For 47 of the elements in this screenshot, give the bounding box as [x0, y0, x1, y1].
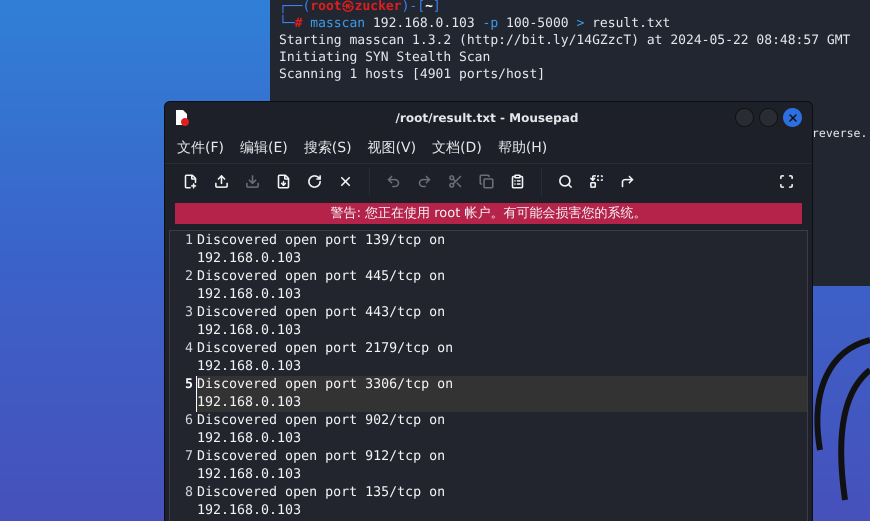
reload-icon — [307, 174, 322, 189]
document-icon — [175, 110, 189, 126]
text-line: Discovered open port 443/tcp on 192.168.0.103 — [196, 304, 446, 340]
menu-item[interactable]: 文档(D) — [424, 138, 490, 158]
line-number: 6 — [184, 412, 194, 430]
undo-icon — [386, 174, 401, 189]
menu-item[interactable]: 搜索(S) — [296, 138, 360, 158]
line-number: 8 — [184, 484, 194, 502]
line-number: 4 — [184, 340, 194, 358]
warning-banner: 警告: 您正在使用 root 帐户。有可能会损害您的系统。 — [175, 203, 802, 224]
terminal-line: Initiating SYN Stealth Scan — [279, 49, 492, 66]
window-title: /root/result.txt - Mousepad — [394, 110, 580, 126]
text-editor[interactable] — [169, 230, 808, 521]
replace-icon — [589, 174, 604, 189]
text-line: Discovered open port 445/tcp on 192.168.0.103 — [196, 268, 446, 304]
line-number: 5 — [184, 376, 194, 394]
terminal-line: Starting masscan 1.3.2 (http://bit.ly/14GZzcT) at 2024-05-22 08:48:57 GMT — [279, 32, 852, 49]
menu-item[interactable]: 视图(V) — [360, 138, 424, 158]
line-number: 1 — [184, 232, 194, 250]
text-line: Discovered open port 2179/tcp on 192.168.0.103 — [196, 340, 454, 376]
download-icon — [245, 174, 260, 189]
line-number: 2 — [184, 268, 194, 286]
turn-arrow-icon — [620, 174, 635, 189]
save-as-icon — [276, 174, 291, 189]
close-icon — [338, 174, 353, 189]
search-icon — [558, 174, 573, 189]
line-number: 7 — [184, 448, 194, 466]
upload-icon — [214, 174, 229, 189]
redo-icon — [417, 174, 432, 189]
menu-item[interactable]: 文件(F) — [169, 138, 232, 158]
line-number: 3 — [184, 304, 194, 322]
scissors-icon — [448, 174, 463, 189]
terminal-line: ┌──(root㉿zucker)-[~] — [279, 0, 442, 14]
terminal-line: Scanning 1 hosts [4901 ports/host] — [279, 66, 546, 83]
text-line: Discovered open port 902/tcp on 192.168.0.103 — [196, 412, 446, 448]
menu-item[interactable]: 帮助(H) — [490, 138, 556, 158]
text-line: Discovered open port 912/tcp on 192.168.0.103 — [196, 448, 446, 484]
clipboard-icon — [510, 174, 525, 189]
fullscreen-icon — [779, 174, 794, 189]
text-line: Discovered open port 139/tcp on 192.168.0.103 — [196, 232, 446, 268]
new-file-icon — [183, 174, 198, 189]
terminal-text: reverse. — [812, 125, 868, 142]
close-icon — [786, 112, 798, 124]
text-line: Discovered open port 135/tcp on 192.168.0.103 — [196, 484, 446, 520]
terminal-line: └─# masscan 192.168.0.103 -p 100-5000 > result.txt — [279, 15, 672, 32]
menu-item[interactable]: 编辑(E) — [232, 138, 296, 158]
copy-icon — [479, 174, 494, 189]
